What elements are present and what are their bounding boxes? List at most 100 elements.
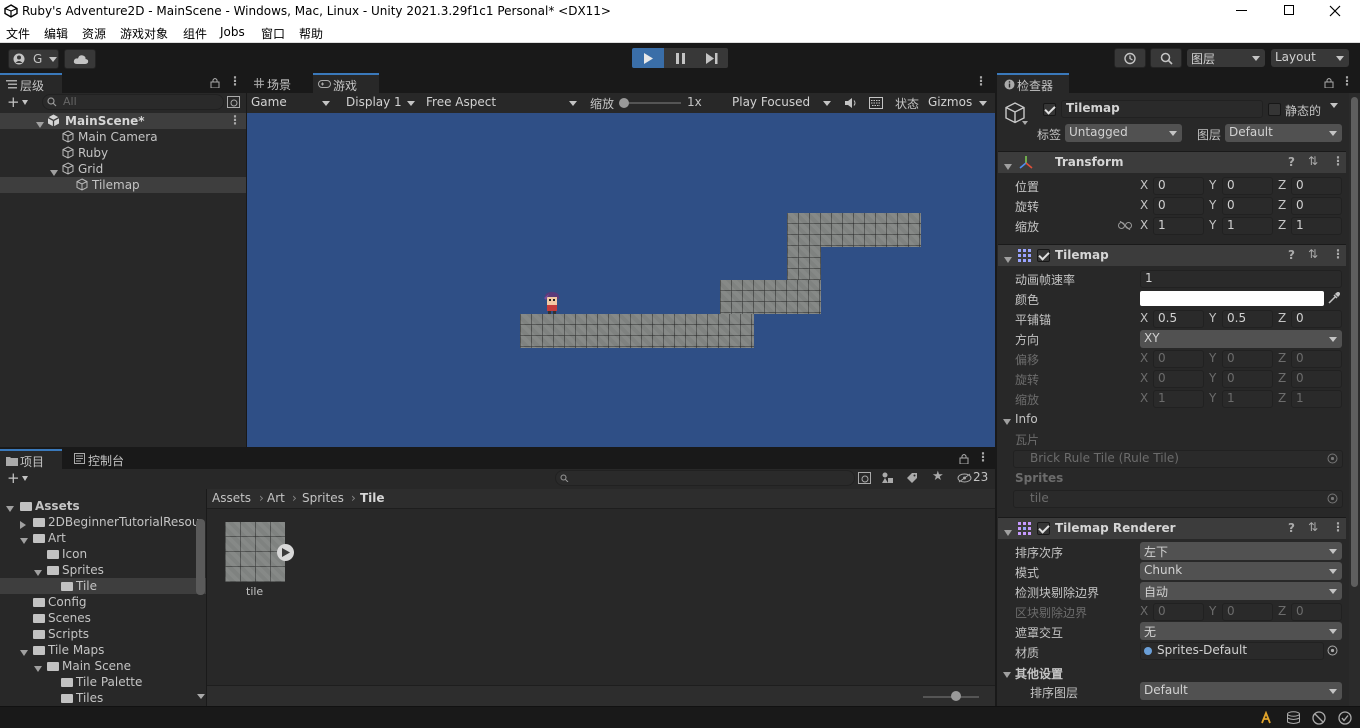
layout-dropdown[interactable]: Layout bbox=[1271, 49, 1349, 67]
audio-mute-icon[interactable] bbox=[844, 97, 857, 109]
more-options-icon[interactable]: ⋮ bbox=[1332, 520, 1344, 534]
tilemap-header[interactable]: Tilemap ? ⇅ ⋮ bbox=[998, 244, 1346, 266]
lock-icon[interactable] bbox=[210, 77, 220, 88]
expand-icon[interactable] bbox=[36, 122, 44, 128]
position-y-field[interactable]: 0 bbox=[1222, 177, 1273, 195]
hierarchy-scene-row[interactable]: MainScene* ⋮ bbox=[0, 113, 246, 129]
step-button[interactable] bbox=[696, 48, 728, 68]
expand-icon[interactable] bbox=[20, 650, 28, 656]
transform-header[interactable]: Transform ? ⇅ ⋮ bbox=[998, 151, 1346, 173]
anim-rate-field[interactable]: 1 bbox=[1140, 270, 1342, 288]
hierarchy-item-tilemap[interactable]: Tilemap bbox=[0, 177, 246, 193]
mode-dropdown[interactable]: Chunk bbox=[1140, 562, 1342, 580]
asset-thumbnail-tile[interactable] bbox=[225, 522, 294, 582]
menu-file[interactable]: 文件 bbox=[6, 25, 30, 42]
help-icon[interactable]: ? bbox=[1288, 521, 1295, 535]
tile-anchor-y-field[interactable]: 0.5 bbox=[1222, 310, 1273, 328]
progress-spinner-icon[interactable] bbox=[1259, 711, 1273, 725]
tree-item-tutorial-resources[interactable]: 2DBeginnerTutorialResou bbox=[0, 514, 206, 530]
menu-gameobject[interactable]: 游戏对象 bbox=[120, 25, 168, 42]
menu-component[interactable]: 组件 bbox=[183, 25, 207, 42]
tree-item-tile-maps[interactable]: Tile Maps bbox=[0, 642, 206, 658]
tab-scene[interactable]: 场景 bbox=[247, 73, 313, 93]
expand-icon[interactable] bbox=[20, 538, 28, 544]
layer-dropdown[interactable]: Default bbox=[1225, 124, 1342, 142]
tree-item-tiles[interactable]: Tiles bbox=[0, 690, 206, 706]
chevron-down-icon[interactable] bbox=[22, 476, 28, 481]
keyboard-icon[interactable] bbox=[869, 97, 883, 109]
tree-item-tile-palette[interactable]: Tile Palette bbox=[0, 674, 206, 690]
breadcrumb-item[interactable]: Assets bbox=[212, 491, 251, 505]
chevron-down-icon[interactable] bbox=[1022, 121, 1028, 125]
breadcrumb-item[interactable]: Sprites bbox=[302, 491, 344, 505]
stats-button[interactable]: 状态 bbox=[895, 95, 919, 112]
object-picker-icon[interactable] bbox=[1327, 453, 1338, 464]
favorite-star-icon[interactable]: ★ bbox=[932, 469, 944, 484]
tree-item-tile[interactable]: Tile bbox=[0, 578, 206, 594]
object-picker-icon[interactable] bbox=[1327, 645, 1338, 656]
rotation-x-field[interactable]: 0 bbox=[1153, 197, 1204, 215]
inspector-scrollbar-thumb[interactable] bbox=[1351, 97, 1358, 587]
expand-icon[interactable] bbox=[6, 506, 14, 512]
menu-edit[interactable]: 编辑 bbox=[44, 25, 68, 42]
tile-anchor-x-field[interactable]: 0.5 bbox=[1153, 310, 1204, 328]
tree-item-sprites[interactable]: Sprites bbox=[0, 562, 206, 578]
more-options-icon[interactable]: ⋮ bbox=[1332, 247, 1344, 261]
expand-icon[interactable] bbox=[1004, 530, 1012, 536]
detect-chunk-dropdown[interactable]: 自动 bbox=[1140, 582, 1342, 600]
menu-jobs[interactable]: Jobs bbox=[220, 25, 245, 39]
close-icon[interactable] bbox=[1329, 5, 1341, 17]
scale-y-field[interactable]: 1 bbox=[1222, 217, 1273, 235]
maximize-icon[interactable] bbox=[1284, 5, 1294, 15]
cloud-button[interactable] bbox=[64, 49, 96, 69]
more-options-icon[interactable]: ⋮ bbox=[975, 74, 987, 88]
tile-anchor-z-field[interactable]: 0 bbox=[1291, 310, 1342, 328]
more-options-icon[interactable]: ⋮ bbox=[229, 74, 241, 88]
scale-z-field[interactable]: 1 bbox=[1291, 217, 1342, 235]
menu-assets[interactable]: 资源 bbox=[82, 25, 106, 42]
preset-icon[interactable]: ⇅ bbox=[1308, 154, 1318, 168]
sorting-layer-dropdown[interactable]: Default bbox=[1140, 682, 1342, 700]
scroll-down-icon[interactable] bbox=[197, 694, 205, 699]
more-options-icon[interactable]: ⋮ bbox=[977, 450, 989, 464]
game-canvas[interactable] bbox=[247, 113, 995, 447]
expand-icon[interactable] bbox=[34, 666, 42, 672]
orientation-dropdown[interactable]: XY bbox=[1140, 330, 1342, 348]
tab-project[interactable]: 项目 bbox=[0, 449, 62, 469]
tree-item-scripts[interactable]: Scripts bbox=[0, 626, 206, 642]
help-icon[interactable]: ? bbox=[1288, 248, 1295, 262]
object-name-field[interactable]: Tilemap bbox=[1061, 100, 1263, 118]
tab-console[interactable]: 控制台 bbox=[68, 449, 138, 469]
add-icon[interactable]: + bbox=[7, 93, 20, 111]
tree-item-assets[interactable]: Assets bbox=[0, 498, 206, 514]
tree-scrollbar-thumb[interactable] bbox=[196, 519, 205, 595]
display-dropdown[interactable]: Display 1 bbox=[342, 94, 420, 112]
cache-server-icon[interactable] bbox=[1286, 711, 1301, 725]
menu-help[interactable]: 帮助 bbox=[299, 25, 323, 42]
tree-item-config[interactable]: Config bbox=[0, 594, 206, 610]
help-icon[interactable]: ? bbox=[1288, 155, 1295, 169]
expand-icon[interactable] bbox=[34, 570, 42, 576]
active-checkbox[interactable] bbox=[1043, 103, 1056, 116]
history-button[interactable] bbox=[1114, 48, 1146, 68]
hidden-packages-icon[interactable] bbox=[957, 473, 972, 483]
collapse-icon[interactable] bbox=[20, 521, 26, 529]
preset-icon[interactable]: ⇅ bbox=[1308, 520, 1318, 534]
tilemap-enabled-checkbox[interactable] bbox=[1037, 249, 1050, 262]
more-options-icon[interactable]: ⋮ bbox=[1332, 154, 1344, 168]
tab-game[interactable]: 游戏 bbox=[313, 73, 379, 93]
tree-item-art[interactable]: Art bbox=[0, 530, 206, 546]
minimize-icon[interactable] bbox=[1236, 10, 1247, 11]
scale-x-field[interactable]: 1 bbox=[1153, 217, 1204, 235]
project-search-input[interactable] bbox=[555, 470, 855, 486]
material-field[interactable]: Sprites-Default bbox=[1140, 642, 1324, 660]
expand-icon[interactable] bbox=[1003, 419, 1011, 425]
hierarchy-search-input[interactable]: All bbox=[42, 94, 224, 110]
chevron-down-icon[interactable] bbox=[1330, 103, 1338, 108]
object-picker-icon[interactable] bbox=[1327, 493, 1338, 504]
link-broken-icon[interactable] bbox=[1118, 221, 1132, 230]
tilemap-renderer-header[interactable]: Tilemap Renderer ? ⇅ ⋮ bbox=[998, 517, 1346, 539]
rotation-z-field[interactable]: 0 bbox=[1291, 197, 1342, 215]
filter-by-type-icon[interactable] bbox=[881, 472, 894, 484]
expand-icon[interactable] bbox=[1004, 164, 1012, 170]
